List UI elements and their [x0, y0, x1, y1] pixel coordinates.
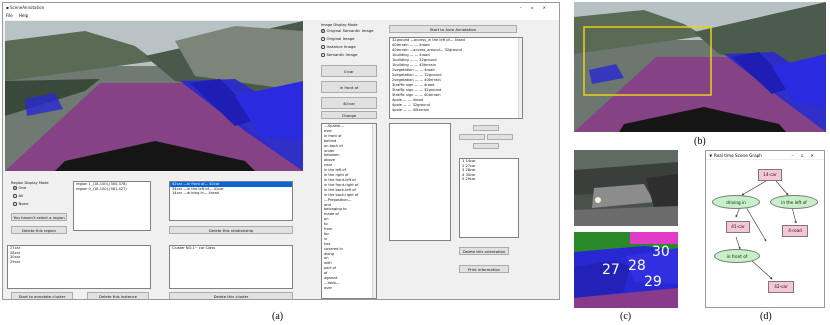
list-item[interactable]: region 0_(18,100),(581,427) [74, 187, 150, 192]
annotation-window: ▪ SceneAnnotation –▫✕ File Help Region D… [2, 2, 560, 300]
close-icon[interactable]: ✕ [543, 5, 555, 10]
predicate-button[interactable]: in front of [321, 81, 377, 93]
print-information-button[interactable]: Print information [459, 265, 509, 273]
app-icon: ▪ [6, 5, 9, 10]
orientation-list[interactable]: 1 14car 2 27car 3 28car 4 30car 5 29car [459, 158, 519, 238]
start-cluster-button[interactable]: Start to annotate cluster [11, 292, 73, 299]
caption-a: (a) [272, 311, 284, 322]
radio-original-semantic[interactable]: Original Semantic Image [321, 28, 373, 34]
cluster-list[interactable]: Cluster NO.1~ car Class [169, 245, 293, 289]
instance-label: 27 [602, 262, 620, 278]
orientation-button-up[interactable] [473, 125, 499, 131]
menu-file[interactable]: File [6, 13, 13, 18]
graph-node-in-the-left-of[interactable]: in the left of [770, 195, 818, 209]
triplet-list[interactable]: 32ground —access_in the left of— 4road 40… [389, 37, 523, 119]
object-button[interactable]: 40:car [321, 97, 377, 109]
radio-region-one[interactable]: One [13, 185, 26, 191]
radio-original-image[interactable]: Original Image [321, 36, 354, 42]
orientation-button-down[interactable] [473, 143, 499, 149]
menu-help[interactable]: Help [19, 13, 28, 18]
delete-region-button[interactable]: Delete this region [11, 226, 67, 234]
region-list[interactable]: region 1_(18,100),(300,378) region 0_(18… [73, 181, 151, 231]
relationship-list[interactable]: 42car —in front of— 40car 34car —in the … [169, 181, 293, 221]
graph-node-4-road[interactable]: 4-road [782, 225, 808, 237]
list-item[interactable]: 5 29car [460, 177, 518, 182]
delete-orientation-button[interactable]: Delete this orientation [459, 247, 509, 255]
radio-instance-image[interactable]: Instance Image [321, 44, 356, 50]
predicate-list[interactable]: ---Spatial--- over in front of behind on bac… [321, 123, 377, 299]
auto-annotation-button[interactable]: Start to Auto Annotation [389, 25, 517, 33]
orientation-button-right[interactable] [487, 134, 513, 140]
radio-semantic-image[interactable]: Semantic Image [321, 52, 357, 58]
maximize-icon[interactable]: ▫ [531, 5, 543, 10]
caption-b: (b) [694, 136, 706, 147]
object-list[interactable] [389, 123, 451, 241]
delete-cluster-button[interactable]: Delete this cluster [169, 292, 293, 299]
instance-label: 28 [628, 258, 646, 274]
caption-d: (d) [760, 311, 772, 322]
list-item[interactable]: 4pole — — 40terrain [390, 108, 522, 113]
minimize-icon[interactable]: – [520, 5, 531, 10]
title-bar: ▪ SceneAnnotation –▫✕ [3, 3, 559, 12]
window-controls[interactable]: –▫✕ [520, 3, 555, 12]
cluster-label[interactable]: Cluster NO.1~ car Class [170, 246, 292, 251]
graph-node-14-car[interactable]: 14-car [758, 169, 782, 181]
scene-graph-window: ❦ Real time Scene Graph –▫✕ 14-car drivi… [705, 150, 825, 308]
list-item[interactable]: 14car —driving in— 4road [170, 191, 292, 196]
menu-bar: File Help [3, 12, 559, 20]
list-item[interactable]: over [322, 286, 376, 291]
image-display-title: Image Display Mode [321, 23, 358, 27]
crop-instances: 27 28 30 29 [574, 232, 678, 308]
radio-region-all[interactable]: All [13, 193, 23, 199]
instance-label: 29 [644, 274, 662, 290]
scrollbar[interactable] [372, 124, 376, 298]
change-button[interactable]: Change [321, 111, 377, 119]
annotated-street-image[interactable] [5, 21, 303, 171]
subject-button[interactable]: 0:car [321, 65, 377, 77]
highlight-image [574, 2, 826, 132]
delete-relationship-button[interactable]: Delete this relationship [169, 226, 293, 234]
caption-c: (c) [620, 311, 632, 322]
no-region-button[interactable]: You haven't select a region [11, 213, 67, 221]
instance-label: 30 [652, 244, 670, 260]
graph-node-in-front-of[interactable]: in front of [714, 249, 760, 263]
scrollbar[interactable] [518, 38, 522, 118]
graph-node-41-car[interactable]: 41-car [726, 221, 750, 233]
orientation-button-left[interactable] [459, 134, 485, 140]
window-title: SceneAnnotation [10, 5, 45, 10]
instance-list[interactable]: 27car 28car 30car 29car [7, 245, 151, 289]
graph-node-42-car[interactable]: 42-car [768, 281, 794, 293]
delete-instance-button[interactable]: Delete this instance [87, 292, 149, 299]
graph-node-driving-in[interactable]: driving in [712, 195, 760, 209]
radio-region-none[interactable]: None [13, 201, 28, 207]
crop-original [574, 150, 678, 226]
list-item[interactable]: 29car [8, 260, 150, 265]
